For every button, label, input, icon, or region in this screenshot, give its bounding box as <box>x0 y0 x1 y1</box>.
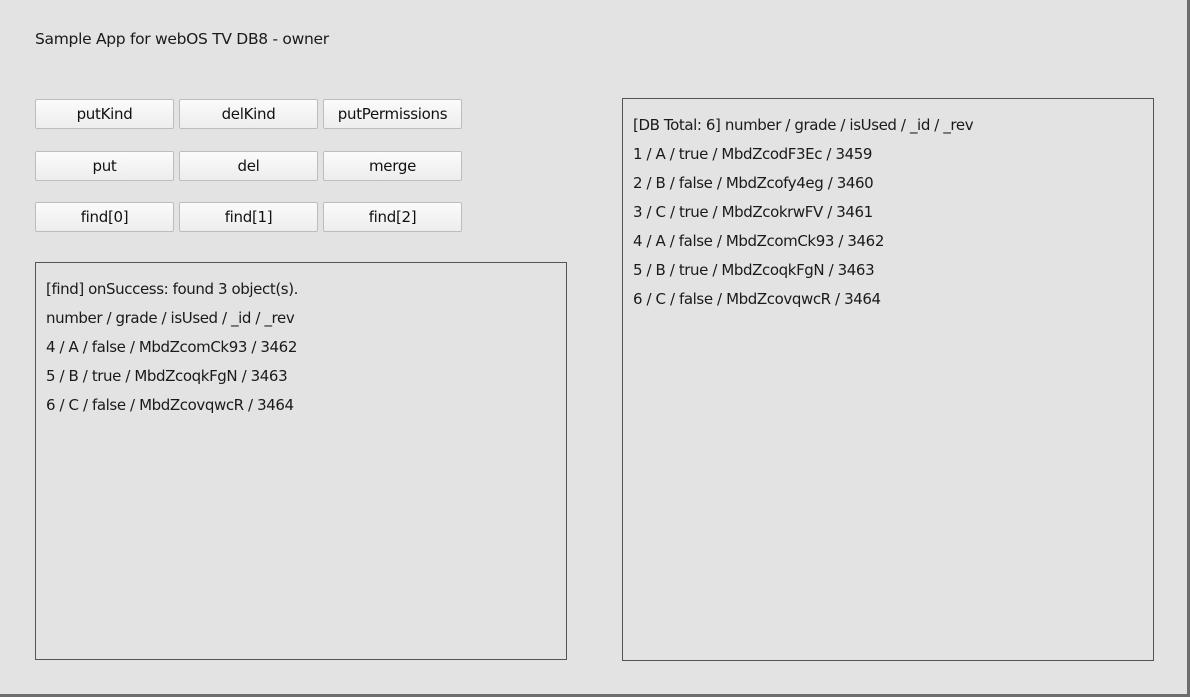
app-screen: Sample App for webOS TV DB8 - owner putK… <box>0 0 1190 697</box>
merge-button[interactable]: merge <box>323 151 462 181</box>
db-list-row: 4 / A / false / MbdZcomCk93 / 3462 <box>633 232 884 250</box>
find-result-row: 4 / A / false / MbdZcomCk93 / 3462 <box>46 338 297 356</box>
find-result-header: number / grade / isUsed / _id / _rev <box>46 309 295 327</box>
find-0-button[interactable]: find[0] <box>35 202 174 232</box>
find-2-button[interactable]: find[2] <box>323 202 462 232</box>
db-list-row: 2 / B / false / MbdZcofy4eg / 3460 <box>633 174 874 192</box>
find-1-button[interactable]: find[1] <box>179 202 318 232</box>
db-list-row: 3 / C / true / MbdZcokrwFV / 3461 <box>633 203 873 221</box>
put-permissions-button[interactable]: putPermissions <box>323 99 462 129</box>
app-title: Sample App for webOS TV DB8 - owner <box>35 30 329 48</box>
find-result-panel: [find] onSuccess: found 3 object(s). num… <box>35 262 567 660</box>
db-list-row: 5 / B / true / MbdZcoqkFgN / 3463 <box>633 261 875 279</box>
db-list-row: 1 / A / true / MbdZcodF3Ec / 3459 <box>633 145 873 163</box>
find-result-row: 6 / C / false / MbdZcovqwcR / 3464 <box>46 396 294 414</box>
put-button[interactable]: put <box>35 151 174 181</box>
db-list-panel: [DB Total: 6] number / grade / isUsed / … <box>622 98 1154 661</box>
find-result-row: 5 / B / true / MbdZcoqkFgN / 3463 <box>46 367 288 385</box>
db-list-row: 6 / C / false / MbdZcovqwcR / 3464 <box>633 290 881 308</box>
del-button[interactable]: del <box>179 151 318 181</box>
db-list-header: [DB Total: 6] number / grade / isUsed / … <box>633 116 974 134</box>
del-kind-button[interactable]: delKind <box>179 99 318 129</box>
find-result-status: [find] onSuccess: found 3 object(s). <box>46 280 299 298</box>
put-kind-button[interactable]: putKind <box>35 99 174 129</box>
